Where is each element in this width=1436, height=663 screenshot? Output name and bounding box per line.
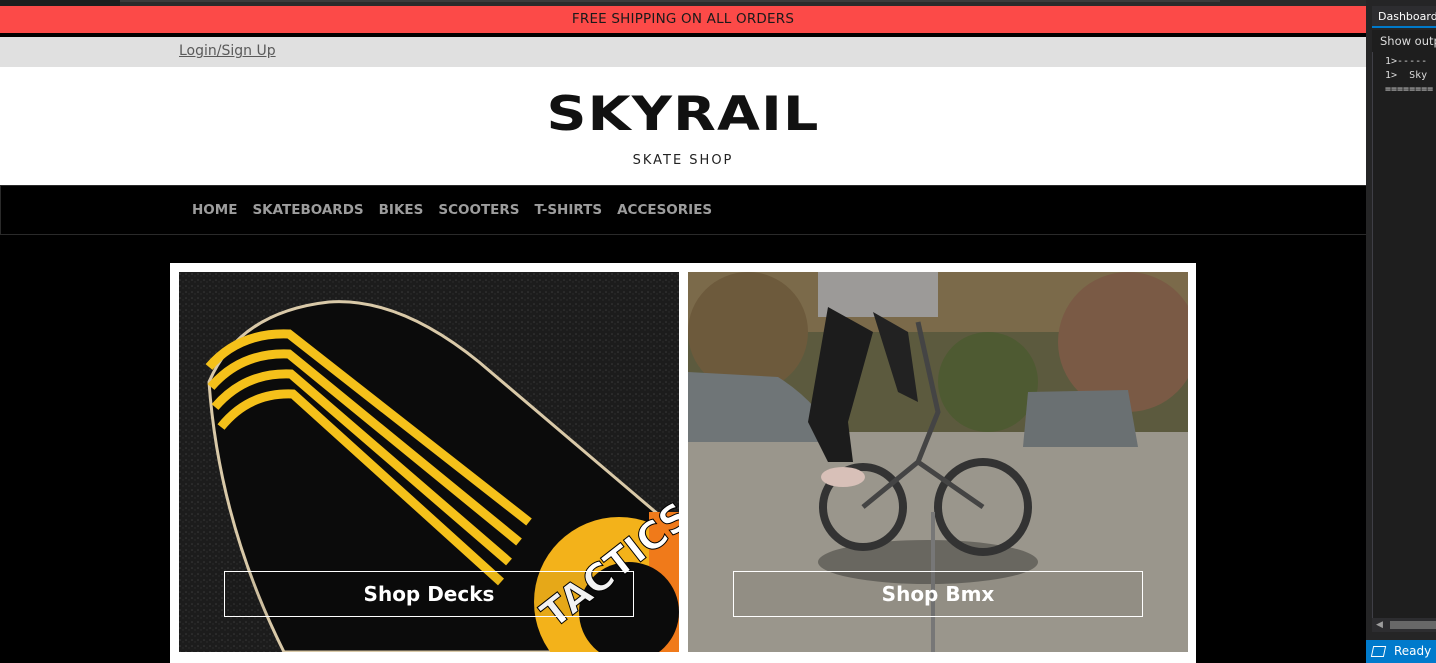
ide-output-panel: Dashboard Show outp 1>----- 1> Sky =====… — [1366, 0, 1436, 663]
nav-item-bikes[interactable]: BIKES — [379, 202, 424, 218]
output-line: 1>----- — [1385, 56, 1428, 67]
main-navigation: HOME SKATEBOARDS BIKES SCOOTERS T-SHIRTS… — [0, 185, 1366, 235]
login-signup-link[interactable]: Login/Sign Up — [179, 43, 276, 59]
nav-item-home[interactable]: HOME — [192, 202, 237, 218]
ide-show-output-label[interactable]: Show outp — [1372, 30, 1436, 52]
tile-decks[interactable]: TACTICS Shop Decks — [179, 272, 679, 652]
scroll-left-arrow-icon[interactable]: ◀ — [1376, 618, 1383, 632]
brand-tagline: SKATE SHOP — [632, 153, 734, 168]
ide-output-pane[interactable]: 1>----- 1> Sky ======== — [1372, 52, 1436, 620]
status-window-icon — [1370, 646, 1387, 657]
tile-bmx[interactable]: Shop Bmx — [688, 272, 1188, 652]
nav-item-skateboards[interactable]: SKATEBOARDS — [252, 202, 363, 218]
shop-bmx-button[interactable]: Shop Bmx — [733, 571, 1143, 617]
scroll-thumb[interactable] — [1390, 621, 1436, 629]
promo-banner: FREE SHIPPING ON ALL ORDERS — [0, 6, 1366, 33]
brand-logo[interactable]: SKYRAIL — [0, 89, 1436, 141]
ide-status-bar: Ready — [1366, 640, 1436, 663]
account-bar: Login/Sign Up — [0, 37, 1366, 67]
ide-horizontal-scrollbar[interactable]: ◀ — [1372, 618, 1436, 632]
website-viewport: FREE SHIPPING ON ALL ORDERS Login/Sign U… — [0, 6, 1366, 663]
ide-top-divider — [120, 0, 1220, 2]
output-line: 1> Sky — [1385, 70, 1428, 81]
ide-dashboard-tab[interactable]: Dashboard — [1372, 6, 1436, 28]
nav-item-tshirts[interactable]: T-SHIRTS — [535, 202, 603, 218]
ide-status-text: Ready — [1394, 644, 1432, 658]
brand-header: SKYRAIL SKATE SHOP — [0, 67, 1366, 185]
nav-item-accesories[interactable]: ACCESORIES — [617, 202, 712, 218]
category-tiles: TACTICS Shop Decks Shop Bmx — [170, 263, 1196, 663]
shop-decks-button[interactable]: Shop Decks — [224, 571, 634, 617]
nav-item-scooters[interactable]: SCOOTERS — [438, 202, 519, 218]
output-line: ======== — [1385, 84, 1434, 95]
